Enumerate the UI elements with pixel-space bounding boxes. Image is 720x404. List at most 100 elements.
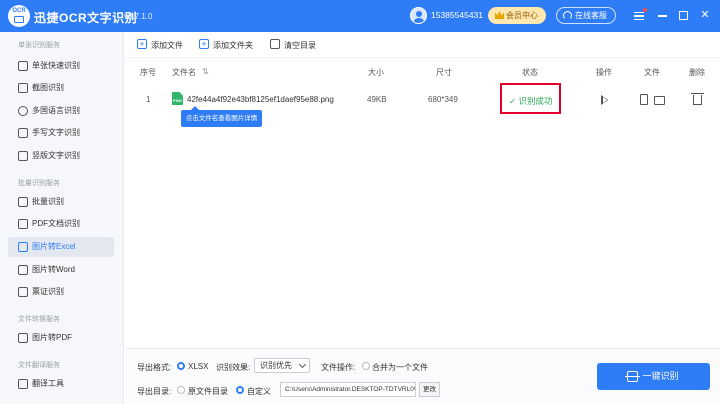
ocr-button-label: 一键识别: [642, 371, 679, 381]
format-value: XLSX: [188, 362, 209, 371]
add-folder-button[interactable]: + 添加文件夹: [199, 39, 253, 51]
col-filename[interactable]: 文件名: [172, 67, 196, 78]
col-delete: 删除: [689, 68, 705, 77]
pdf-icon: [18, 219, 28, 229]
sort-icon[interactable]: ⇅: [202, 67, 209, 76]
word-icon: [18, 265, 28, 275]
custom-dir-radio[interactable]: [236, 386, 244, 394]
user-avatar-icon[interactable]: [410, 7, 427, 24]
table-row: 1 42fe44a4f92e43bf8125ef1daef95e88.png 4…: [125, 86, 720, 112]
image-icon: [18, 61, 28, 71]
folder-icon[interactable]: [654, 96, 665, 105]
globe-icon: [18, 106, 28, 116]
user-phone[interactable]: 15385545431: [431, 10, 483, 20]
format-radio[interactable]: [177, 362, 185, 370]
sidebar-group-title: 文件转换服务: [18, 316, 60, 323]
sidebar-item-label: 图片转PDF: [32, 333, 72, 342]
notification-dot-icon: [643, 8, 647, 12]
close-icon[interactable]: ✕: [696, 6, 714, 24]
sidebar-item-pdf[interactable]: PDF文档识别: [8, 214, 114, 234]
pdf-convert-icon: [18, 333, 28, 343]
title-bar: OCR 迅捷OCR文字识别 v8.7.1.0 15385545431 会员中心 …: [0, 0, 720, 32]
sidebar-item-label: 单张快速识别: [32, 61, 80, 70]
ticket-icon: [18, 287, 28, 297]
delete-icon[interactable]: [691, 93, 704, 105]
logo-text: OCR: [12, 8, 26, 14]
sidebar-item-multilang[interactable]: 多国语言识别: [8, 101, 114, 121]
app-version: v8.7.1.0: [124, 12, 153, 21]
status-success: ✓ 识别成功: [509, 96, 553, 106]
trash-icon: [270, 39, 280, 49]
online-service-button[interactable]: 在线客服: [556, 7, 616, 24]
add-file-button[interactable]: + 添加文件: [137, 39, 183, 51]
sidebar-item-handwriting[interactable]: 手写文字识别: [8, 123, 114, 143]
add-folder-icon: +: [199, 39, 209, 49]
file-op-label: 文件操作:: [321, 363, 356, 372]
clear-list-label: 清空目录: [284, 41, 316, 50]
effect-label: 识别效果:: [216, 363, 251, 372]
sidebar-item-label: 多国语言识别: [32, 106, 80, 115]
sidebar-item-vertical[interactable]: 竖版文字识别: [8, 146, 114, 166]
effect-value: 识别优先: [260, 361, 292, 370]
status-text: 识别成功: [518, 96, 553, 106]
document-icon[interactable]: [640, 94, 648, 105]
one-click-ocr-button[interactable]: 一键识别: [597, 363, 710, 390]
sidebar-group-title: 批量识别服务: [18, 180, 60, 187]
dir-label: 导出目录:: [137, 387, 172, 396]
app-title: 迅捷OCR文字识别: [34, 11, 138, 25]
app-logo-icon: OCR: [8, 5, 30, 27]
excel-icon: [18, 242, 28, 252]
menu-icon[interactable]: [630, 6, 648, 24]
sidebar-item-single-fast[interactable]: 单张快速识别: [8, 56, 114, 76]
add-folder-label: 添加文件夹: [213, 41, 253, 50]
row-size: 49KB: [367, 95, 387, 104]
vertical-text-icon: [18, 151, 28, 161]
vip-center-button[interactable]: 会员中心: [488, 7, 546, 24]
minimize-icon[interactable]: [653, 6, 671, 24]
toolbar: + 添加文件 + 添加文件夹 清空目录: [125, 32, 720, 58]
sidebar-item-batch[interactable]: 批量识别: [8, 192, 114, 212]
custom-dir-label: 自定义: [247, 387, 271, 396]
pen-icon: [18, 128, 28, 138]
change-dir-button[interactable]: 更改: [419, 382, 440, 397]
maximize-icon[interactable]: [674, 6, 692, 24]
row-index: 1: [146, 95, 151, 104]
sidebar-item-label: 图片转Word: [32, 265, 75, 274]
row-filename[interactable]: 42fe44a4f92e43bf8125ef1daef95e88.png: [187, 95, 334, 104]
sidebar-item-label: 图片转Excel: [32, 242, 76, 251]
col-dimensions: 尺寸: [436, 68, 452, 77]
sidebar-item-label: PDF文档识别: [32, 219, 80, 228]
clear-list-button[interactable]: 清空目录: [270, 39, 316, 51]
merge-label: 合并为一个文件: [372, 363, 428, 372]
col-status: 状态: [522, 68, 538, 77]
sidebar-item-label: 批量识别: [32, 197, 64, 206]
filename-tooltip: 点击文件名查看图片详情: [181, 106, 262, 127]
batch-icon: [18, 197, 28, 207]
row-dimensions: 680*349: [428, 95, 458, 104]
vip-center-label: 会员中心: [506, 11, 538, 20]
sidebar-item-screenshot[interactable]: 截图识别: [8, 78, 114, 98]
add-file-label: 添加文件: [151, 41, 183, 50]
merge-radio[interactable]: [362, 362, 370, 370]
sidebar-item-img2pdf[interactable]: 图片转PDF: [8, 328, 114, 348]
scan-icon: [625, 371, 640, 382]
sidebar-item-excel[interactable]: 图片转Excel: [8, 237, 114, 257]
add-file-icon: +: [137, 39, 147, 49]
sidebar-group-title: 单张识别服务: [18, 42, 60, 49]
sidebar-item-label: 票证识别: [32, 287, 64, 296]
orig-dir-radio[interactable]: [177, 386, 185, 394]
effect-select[interactable]: 识别优先: [254, 358, 310, 373]
sidebar-item-ticket[interactable]: 票证识别: [8, 282, 114, 302]
headset-icon: [563, 11, 572, 20]
output-path-field[interactable]: C:\Users\Administrator.DESKTOP-TDTVRL0\: [280, 382, 416, 397]
sidebar-item-label: 翻译工具: [32, 379, 64, 388]
play-icon[interactable]: [601, 95, 608, 105]
crop-icon: [18, 83, 28, 93]
col-index: 序号: [140, 68, 156, 77]
sidebar-item-label: 手写文字识别: [32, 128, 80, 137]
col-operation: 操作: [596, 68, 612, 77]
sidebar-item-label: 截图识别: [32, 83, 64, 92]
sidebar-item-translate[interactable]: 翻译工具: [8, 374, 114, 394]
sidebar-item-word[interactable]: 图片转Word: [8, 260, 114, 280]
sidebar-group-title: 文件翻译服务: [18, 362, 60, 369]
